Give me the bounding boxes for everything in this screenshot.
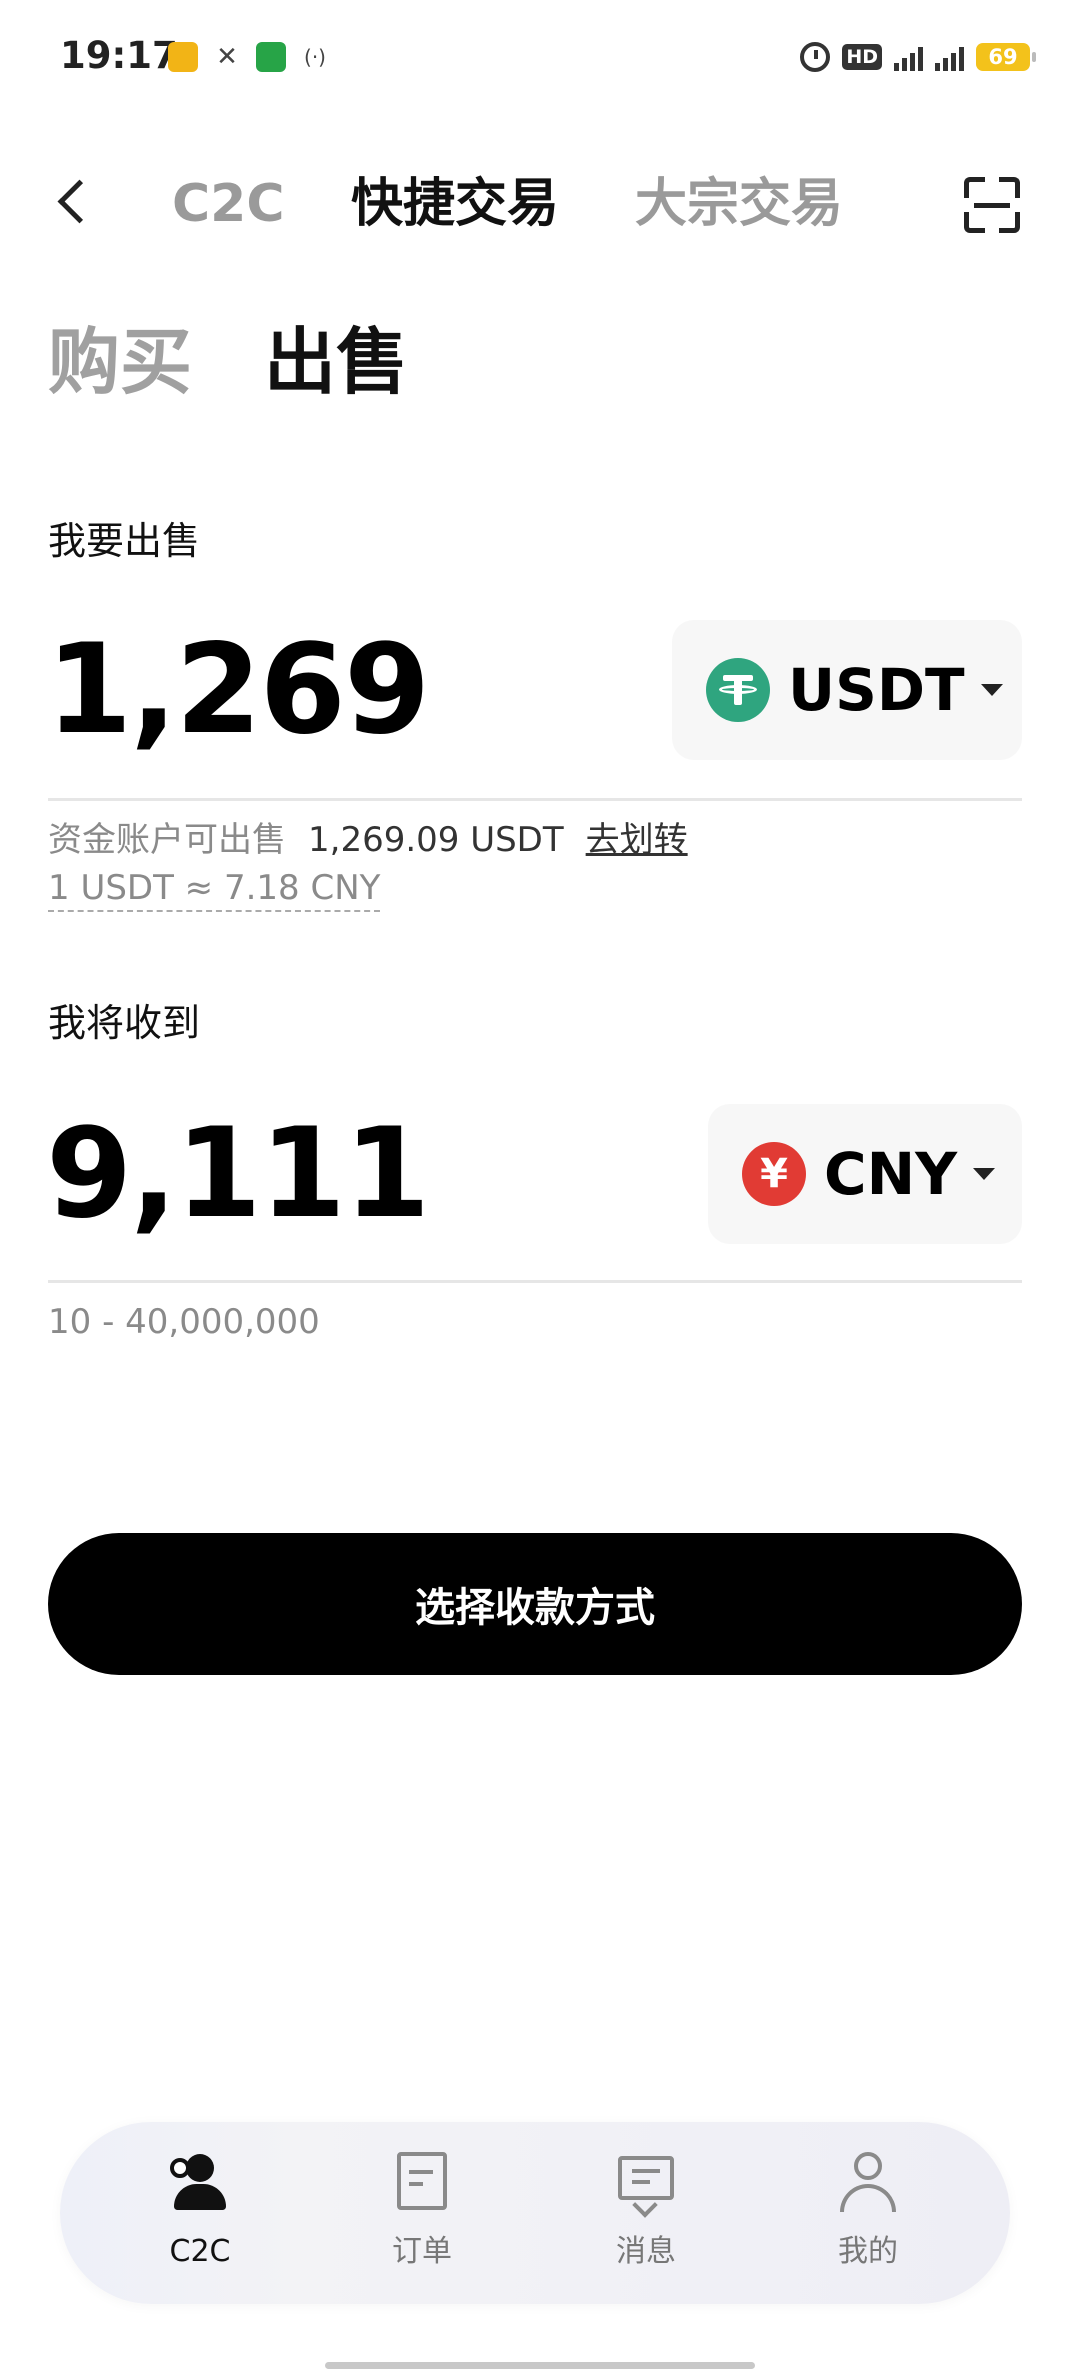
bottom-nav-messages[interactable]: 消息 [566,2152,726,2282]
available-label: 资金账户可出售 [48,820,286,860]
tab-quick-trade[interactable]: 快捷交易 [351,173,559,235]
signal-2-icon [935,43,964,71]
bottom-nav-profile[interactable]: 我的 [788,2152,948,2282]
usdt-icon [706,658,770,722]
receive-currency-code: CNY [824,1140,958,1208]
chevron-down-icon [973,1168,996,1180]
sell-amount-input[interactable]: 1,269 [46,620,430,760]
home-indicator[interactable] [325,2362,755,2369]
c2c-icon [170,2152,230,2214]
tab-buy[interactable]: 购买 [48,320,192,404]
divider [48,798,1022,801]
status-bar: 19:17 ✕ (·) HD 69 [0,0,1080,110]
bottom-nav-orders[interactable]: 订单 [342,2152,502,2282]
alarm-icon [800,42,831,72]
mail-notification-icon [168,42,198,72]
bottom-nav-c2c[interactable]: C2C [120,2152,280,2282]
tab-block-trade[interactable]: 大宗交易 [635,173,843,235]
hotspot-icon: (·) [304,45,326,69]
bottom-nav-label: 我的 [838,2234,898,2269]
battery-icon: 69 [976,43,1036,71]
bottom-nav-label: 消息 [616,2234,676,2269]
select-payment-method-button[interactable]: 选择收款方式 [48,1533,1022,1675]
divider [48,1280,1022,1283]
available-balance: 资金账户可出售 1,269.09 USDT 去划转 [48,818,688,862]
status-time: 19:17 [60,34,178,77]
hd-icon: HD [842,44,882,70]
tab-c2c[interactable]: C2C [172,173,285,235]
receive-currency-select[interactable]: ¥ CNY [708,1104,1022,1244]
bottom-nav-label: C2C [169,2234,231,2269]
bottom-nav-label: 订单 [392,2234,452,2269]
receive-label: 我将收到 [48,1001,201,1045]
sell-currency-code: USDT [788,656,965,724]
profile-icon [838,2152,898,2214]
back-button[interactable] [48,172,98,232]
available-value: 1,269.09 USDT [308,820,564,860]
sell-label: 我要出售 [48,519,201,563]
order-icon [392,2152,452,2214]
cny-icon: ¥ [742,1142,806,1206]
app-notification-icon: ✕ [216,42,238,72]
status-right-group: HD 69 [800,40,1036,74]
receive-amount-input[interactable]: 9,111 [46,1104,430,1244]
message-icon [616,2152,676,2218]
amount-range: 10 - 40,000,000 [48,1302,320,1342]
exchange-rate[interactable]: 1 USDT ≈ 7.18 CNY [48,866,381,912]
tab-sell[interactable]: 出售 [264,320,408,404]
signal-1-icon [894,43,923,71]
scan-button[interactable] [962,175,1022,235]
chevron-down-icon [980,684,1003,696]
bottom-nav: C2C 订单 消息 我的 [60,2122,1010,2304]
wechat-notification-icon [256,42,286,72]
transfer-link[interactable]: 去划转 [586,820,688,860]
scan-icon [964,177,985,198]
sell-currency-select[interactable]: USDT [672,620,1022,760]
